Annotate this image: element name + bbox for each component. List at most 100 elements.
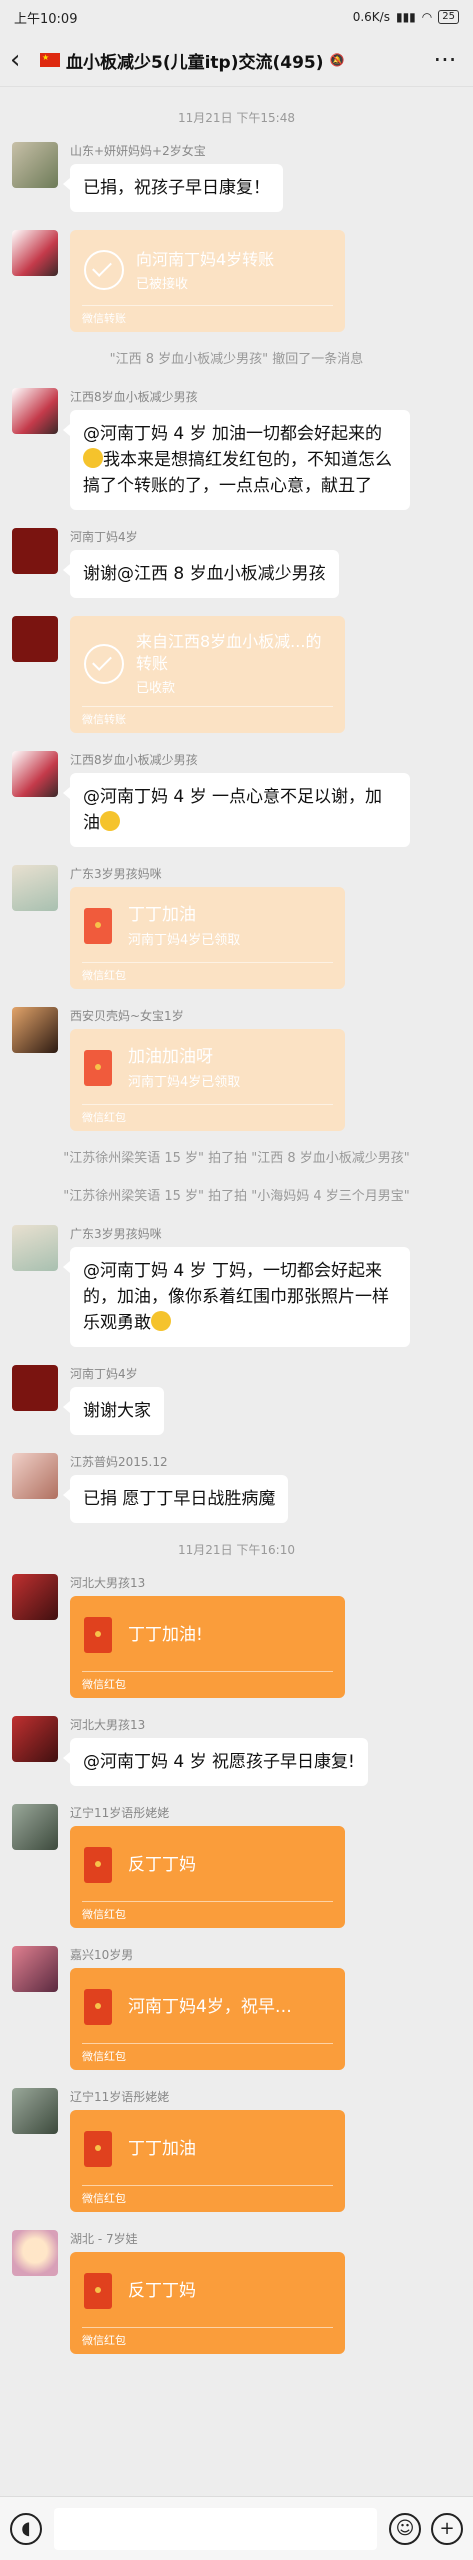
transfer-status: 已收款	[136, 681, 176, 696]
input-bar: ◖ ☺ +	[0, 2496, 473, 2560]
message: 广东3岁男孩妈咪 @河南丁妈 4 岁 丁妈，一切都会好起来的，加油，像你系着红围…	[12, 1225, 461, 1347]
text-bubble[interactable]: @河南丁妈 4 岁 加油一切都会好起来的我本来是想搞红发红包的，不知道怎么搞了个…	[63, 410, 410, 510]
message: 湖北 - 7岁娃 反丁丁妈 微信红包	[12, 2230, 461, 2354]
avatar[interactable]	[12, 528, 58, 574]
red-packet-icon	[84, 1847, 112, 1883]
red-packet-icon	[84, 908, 112, 944]
system-notice: "江苏徐州梁笑语 15 岁" 拍了拍 "小海妈妈 4 岁三个月男宝"	[63, 1189, 410, 1204]
red-packet-status: 河南丁妈4岁已领取	[128, 1075, 241, 1090]
avatar[interactable]	[12, 1716, 58, 1762]
red-packet-card[interactable]: 丁丁加油 微信红包	[70, 2110, 345, 2212]
text-bubble[interactable]: @河南丁妈 4 岁 一点心意不足以谢，加油	[63, 773, 410, 847]
red-packet-title: 反丁丁妈	[128, 1855, 196, 1875]
text-part: @河南丁妈 4 岁 丁妈，一切都会好起来的，加油，像你系着红围巾那张照片一样乐观…	[83, 1261, 389, 1333]
avatar[interactable]	[12, 2088, 58, 2134]
text-part: @河南丁妈 4 岁 加油一切都会好起来的	[83, 424, 383, 444]
avatar[interactable]	[12, 1804, 58, 1850]
chat-area[interactable]: 11月21日 下午15:48 山东+妍妍妈妈+2岁女宝 已捐，祝孩子早日康复！ …	[0, 87, 473, 2354]
red-packet-card[interactable]: 丁丁加油! 微信红包	[70, 1596, 345, 1698]
text-bubble[interactable]: @河南丁妈 4 岁 丁妈，一切都会好起来的，加油，像你系着红围巾那张照片一样乐观…	[63, 1247, 410, 1347]
emoji-icon[interactable]: ☺	[389, 2512, 421, 2545]
system-notice: "江苏徐州梁笑语 15 岁" 拍了拍 "江西 8 岁血小板减少男孩"	[63, 1151, 410, 1166]
timestamp: 11月21日 下午16:10	[178, 1543, 295, 1557]
red-packet-icon	[84, 2273, 112, 2309]
sender-name: 辽宁11岁语彤姥姥	[70, 1806, 170, 1820]
avatar[interactable]	[12, 751, 58, 797]
status-bar: 上午10:09 0.6K/s ▮▮▮ ◠ 25	[0, 0, 473, 34]
avatar[interactable]	[12, 865, 58, 911]
text-bubble[interactable]: @河南丁妈 4 岁 祝愿孩子早日康复!	[63, 1738, 368, 1786]
avatar[interactable]	[12, 388, 58, 434]
text-bubble[interactable]: 已捐，祝孩子早日康复！	[63, 164, 283, 212]
timestamp: 11月21日 下午15:48	[178, 111, 295, 125]
sender-name: 广东3岁男孩妈咪	[70, 1227, 162, 1241]
red-packet-footer: 微信红包	[82, 1901, 333, 1928]
sender-name: 河北大男孩13	[70, 1576, 146, 1590]
message: 辽宁11岁语彤姥姥 丁丁加油 微信红包	[12, 2088, 461, 2212]
text-bubble[interactable]: 谢谢@江西 8 岁血小板减少男孩	[63, 550, 339, 598]
text-part: @河南丁妈 4 岁 一点心意不足以谢，加油	[83, 787, 383, 833]
red-packet-icon	[84, 1050, 112, 1086]
red-packet-icon	[84, 1617, 112, 1653]
red-packet-card[interactable]: 反丁丁妈 微信红包	[70, 2252, 345, 2354]
red-packet-card[interactable]: 反丁丁妈 微信红包	[70, 1826, 345, 1928]
sender-name: 河北大男孩13	[70, 1718, 146, 1732]
red-packet-card[interactable]: 加油加油呀 河南丁妈4岁已领取 微信红包	[70, 1029, 345, 1131]
text-bubble[interactable]: 已捐 愿丁丁早日战胜病魔	[62, 1475, 289, 1523]
plus-icon[interactable]: +	[431, 2512, 463, 2545]
red-packet-footer: 微信红包	[82, 2043, 333, 2070]
avatar[interactable]	[12, 1946, 58, 1992]
signal-icon: ▮▮▮	[395, 10, 416, 24]
avatar[interactable]	[12, 1225, 58, 1271]
sender-name: 湖北 - 7岁娃	[70, 2232, 138, 2246]
message: 河南丁妈4岁 谢谢大家	[12, 1365, 461, 1435]
transfer-footer: 微信转账	[82, 305, 333, 332]
message: 来自江西8岁血小板减...的转账 已收款 微信转账	[12, 616, 461, 733]
more-icon[interactable]: ···	[427, 46, 463, 74]
avatar[interactable]	[12, 1574, 58, 1620]
message: 西安贝壳妈~女宝1岁 加油加油呀 河南丁妈4岁已领取 微信红包	[12, 1007, 461, 1131]
red-packet-card[interactable]: 丁丁加油 河南丁妈4岁已领取 微信红包	[70, 887, 345, 989]
avatar[interactable]	[12, 2230, 58, 2276]
sender-name: 广东3岁男孩妈咪	[70, 867, 162, 881]
red-packet-title: 丁丁加油!	[128, 1625, 203, 1645]
voice-icon[interactable]: ◖	[10, 2512, 42, 2545]
transfer-footer: 微信转账	[82, 706, 333, 733]
status-time: 上午10:09	[14, 11, 78, 27]
transfer-status: 已被接收	[136, 276, 189, 292]
transfer-card[interactable]: 来自江西8岁血小板减...的转账 已收款 微信转账	[70, 616, 345, 733]
fist-emoji-icon	[151, 1311, 171, 1331]
transfer-title: 向河南丁妈4岁转账	[136, 249, 275, 269]
status-indicators: 0.6K/s ▮▮▮ ◠ 25	[353, 10, 459, 24]
message: 广东3岁男孩妈咪 丁丁加油 河南丁妈4岁已领取 微信红包	[12, 865, 461, 989]
message: 辽宁11岁语彤姥姥 反丁丁妈 微信红包	[12, 1804, 461, 1928]
avatar[interactable]	[12, 230, 58, 276]
check-circle-icon	[84, 250, 124, 290]
china-flag-icon	[40, 53, 60, 67]
red-packet-icon	[84, 1989, 112, 2025]
red-packet-footer: 微信红包	[82, 962, 333, 989]
red-packet-card[interactable]: 河南丁妈4岁，祝早… 微信红包	[70, 1968, 345, 2070]
message-input[interactable]	[54, 2507, 377, 2550]
avatar[interactable]	[12, 1007, 58, 1053]
transfer-card[interactable]: 向河南丁妈4岁转账 已被接收 微信转账	[70, 230, 345, 332]
text-part: 我本来是想搞红发红包的，不知道怎么搞了个转账的了，一点点心意，献丑了	[83, 450, 392, 496]
red-packet-title: 丁丁加油	[128, 905, 196, 925]
sender-name: 河南丁妈4岁	[70, 530, 138, 544]
message: 山东+妍妍妈妈+2岁女宝 已捐，祝孩子早日康复！	[12, 142, 461, 212]
avatar[interactable]	[12, 142, 58, 188]
sender-name: 河南丁妈4岁	[70, 1367, 138, 1381]
back-icon[interactable]: ‹	[10, 45, 40, 75]
avatar[interactable]	[12, 1365, 58, 1411]
message: 河北大男孩13 @河南丁妈 4 岁 祝愿孩子早日康复!	[12, 1716, 461, 1786]
sender-name: 辽宁11岁语彤姥姥	[70, 2090, 170, 2104]
avatar[interactable]	[12, 1453, 58, 1499]
avatar[interactable]	[12, 616, 58, 662]
transfer-title: 来自江西8岁血小板减...的转账	[136, 632, 322, 673]
wifi-icon: ◠	[421, 10, 433, 24]
red-packet-title: 反丁丁妈	[128, 2281, 196, 2301]
text-bubble[interactable]: 谢谢大家	[63, 1387, 164, 1435]
sender-name: 江西8岁血小板减少男孩	[70, 753, 198, 767]
red-packet-icon	[84, 2131, 112, 2167]
red-packet-footer: 微信红包	[82, 1104, 333, 1131]
